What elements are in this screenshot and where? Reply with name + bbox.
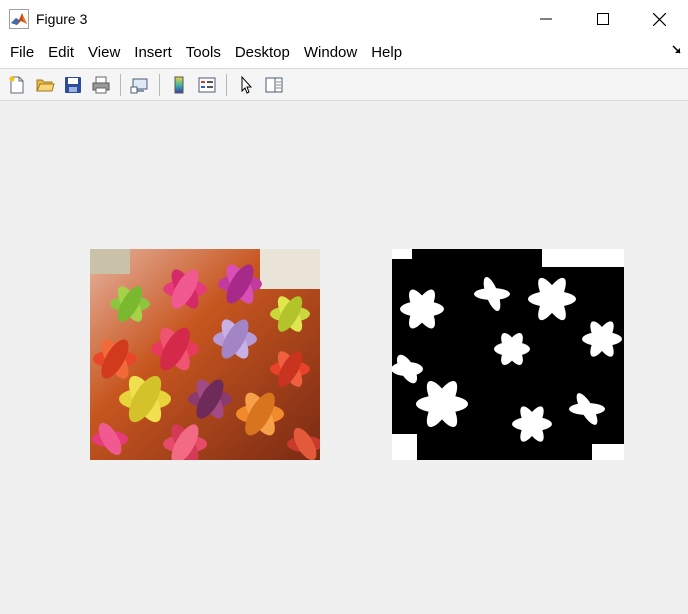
colorbar-button[interactable] <box>167 73 191 97</box>
minimize-button[interactable] <box>517 0 574 38</box>
open-file-icon <box>36 79 55 91</box>
menu-help[interactable]: Help <box>364 40 409 66</box>
link-plot-icon <box>130 78 148 93</box>
menu-file[interactable]: File <box>3 40 41 66</box>
legend-button[interactable] <box>195 73 219 97</box>
maximize-icon <box>596 13 609 25</box>
figure-canvas[interactable] <box>0 101 688 614</box>
edit-plot-pointer-icon <box>241 75 253 94</box>
menu-tools[interactable]: Tools <box>179 40 228 66</box>
toolbar-separator <box>159 73 160 96</box>
minimize-icon <box>539 18 552 20</box>
title-bar[interactable]: Figure 3 <box>0 0 688 38</box>
binary-threshold-image <box>392 249 624 460</box>
window-controls <box>517 0 688 38</box>
axes-color-image[interactable] <box>90 249 320 460</box>
legend-icon <box>198 77 216 92</box>
menu-window[interactable]: Window <box>297 40 364 66</box>
close-icon <box>653 12 666 26</box>
toolbar-separator <box>120 73 121 96</box>
menu-edit[interactable]: Edit <box>41 40 81 66</box>
print-icon <box>92 76 110 93</box>
matlab-icon <box>8 8 30 30</box>
edit-plot-button[interactable] <box>234 73 258 97</box>
link-plot-button[interactable] <box>128 73 152 97</box>
property-inspector-icon <box>265 77 283 92</box>
property-inspector-button[interactable] <box>262 73 286 97</box>
print-button[interactable] <box>89 73 113 97</box>
new-figure-button[interactable] <box>5 73 29 97</box>
menu-desktop[interactable]: Desktop <box>228 40 297 66</box>
menu-insert[interactable]: Insert <box>127 40 179 66</box>
menu-view[interactable]: View <box>81 40 127 66</box>
axes-binary-image[interactable] <box>392 249 624 460</box>
toolbar-separator <box>226 73 227 96</box>
figure-toolbar <box>0 68 688 101</box>
open-file-button[interactable] <box>33 73 57 97</box>
maximize-button[interactable] <box>574 0 631 38</box>
save-button[interactable] <box>61 73 85 97</box>
colorbar-icon <box>174 76 184 93</box>
dock-arrow-icon[interactable] <box>670 43 684 57</box>
save-icon <box>65 76 81 93</box>
close-button[interactable] <box>631 0 688 38</box>
new-figure-icon <box>9 76 24 93</box>
color-flower-image <box>90 249 320 460</box>
menu-bar: File Edit View Insert Tools Desktop Wind… <box>0 38 688 68</box>
window-title: Figure 3 <box>36 11 88 27</box>
